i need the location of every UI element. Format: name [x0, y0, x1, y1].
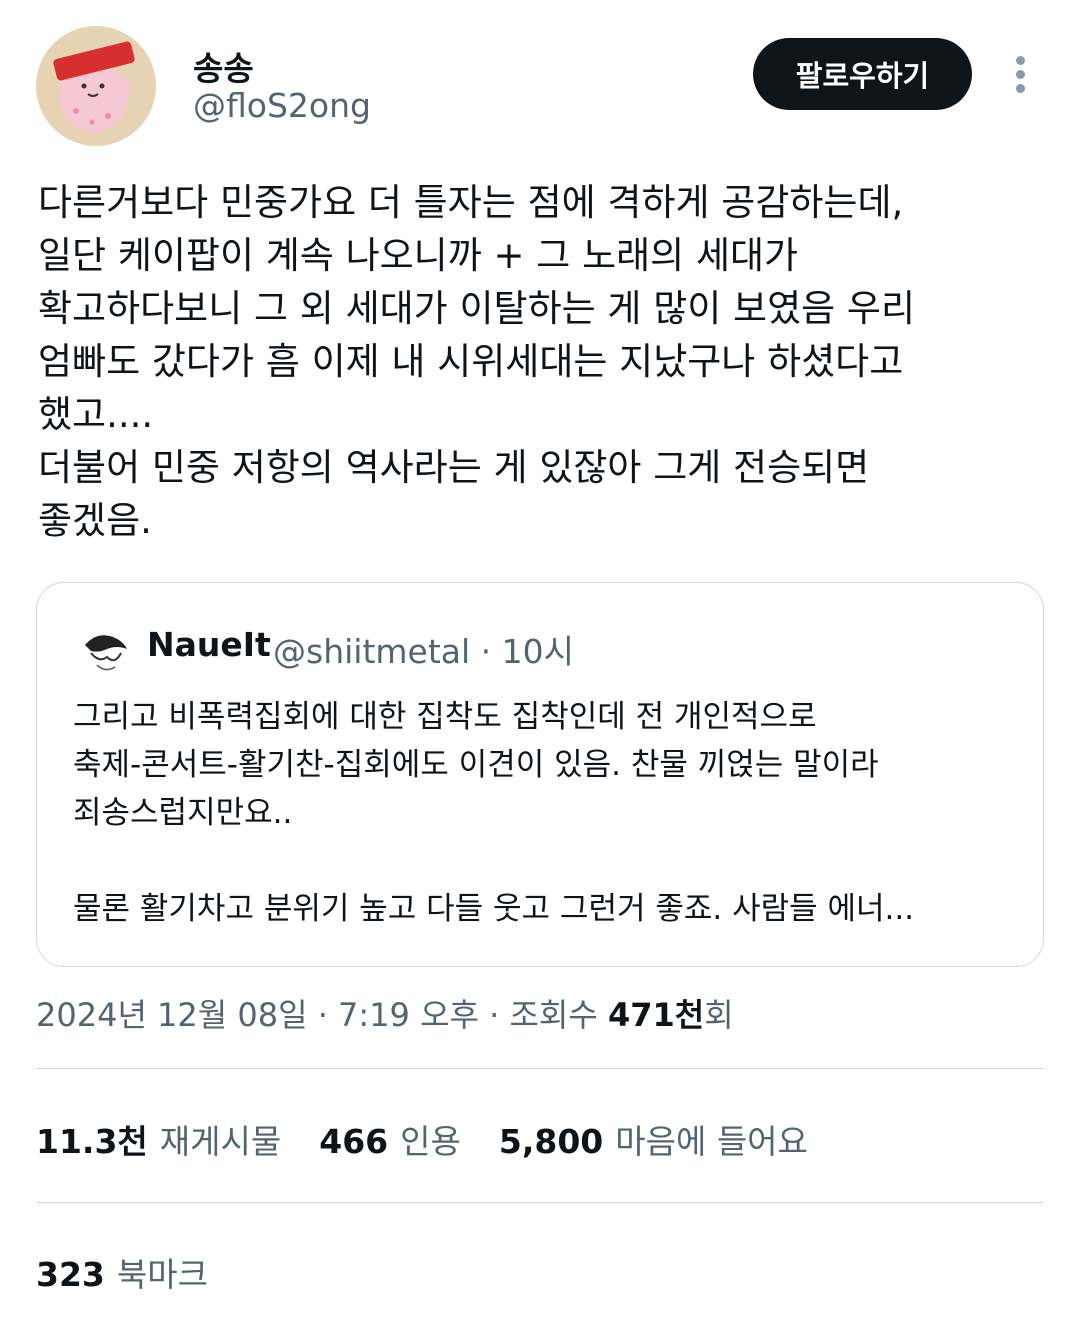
likes-stat[interactable]: 5,800 마음에 들어요 — [499, 1115, 808, 1163]
bookmarks-label: 북마크 — [116, 1255, 208, 1294]
view-suffix: 회 — [704, 996, 734, 1034]
follow-button[interactable]: 팔로우하기 — [753, 38, 972, 110]
tweet-timestamp[interactable]: 2024년 12월 08일 · 7:19 오후 · 조회수 471천회 — [36, 990, 734, 1036]
quoted-tweet-text: 그리고 비폭력집회에 대한 집착도 집착인데 전 개인적으로 축제-콘서트-활기… — [73, 699, 915, 927]
likes-count: 5,800 — [498, 1122, 604, 1161]
more-options-icon[interactable] — [1005, 52, 1035, 98]
bookmarks-count: 323 — [36, 1255, 105, 1294]
author-handle[interactable]: @floS2ong — [193, 86, 371, 125]
divider — [36, 1202, 1044, 1203]
pink-character-headband-avatar-icon — [36, 26, 156, 146]
author-avatar[interactable] — [36, 26, 156, 146]
sketch-avatar-icon — [77, 623, 133, 679]
quoted-author-name: NaueIt — [147, 625, 271, 664]
divider — [36, 1068, 1044, 1069]
timestamp-prefix: 2024년 12월 08일 · 7:19 오후 · 조회수 — [36, 996, 608, 1034]
retweets-stat[interactable]: 11.3천 재게시물 — [36, 1115, 281, 1163]
quoted-author-meta: @shiitmetal · 10시 — [273, 632, 574, 671]
quotes-stat[interactable]: 466 인용 — [319, 1115, 461, 1163]
engagement-stats: 11.3천 재게시물 466 인용 5,800 마음에 들어요 — [36, 1115, 808, 1163]
author-name[interactable]: 송송 — [193, 42, 254, 90]
quoted-author-avatar — [77, 623, 133, 679]
tweet-header: 송송 @floS2ong 팔로우하기 — [0, 0, 1080, 150]
quoted-tweet-card[interactable]: NaueIt @shiitmetal · 10시 그리고 비폭력집회에 대한 집… — [36, 582, 1044, 967]
quotes-label: 인용 — [400, 1122, 461, 1161]
quotes-count: 466 — [319, 1122, 389, 1161]
retweets-label: 재게시물 — [159, 1122, 282, 1161]
retweets-count: 11.3천 — [36, 1122, 148, 1161]
bookmarks-stat[interactable]: 323 북마크 — [36, 1248, 208, 1296]
view-count: 471천 — [607, 996, 705, 1034]
likes-label: 마음에 들어요 — [615, 1122, 808, 1161]
tweet-text: 다른거보다 민중가요 더 틀자는 점에 격하게 공감하는데, 일단 케이팝이 계… — [38, 181, 916, 542]
